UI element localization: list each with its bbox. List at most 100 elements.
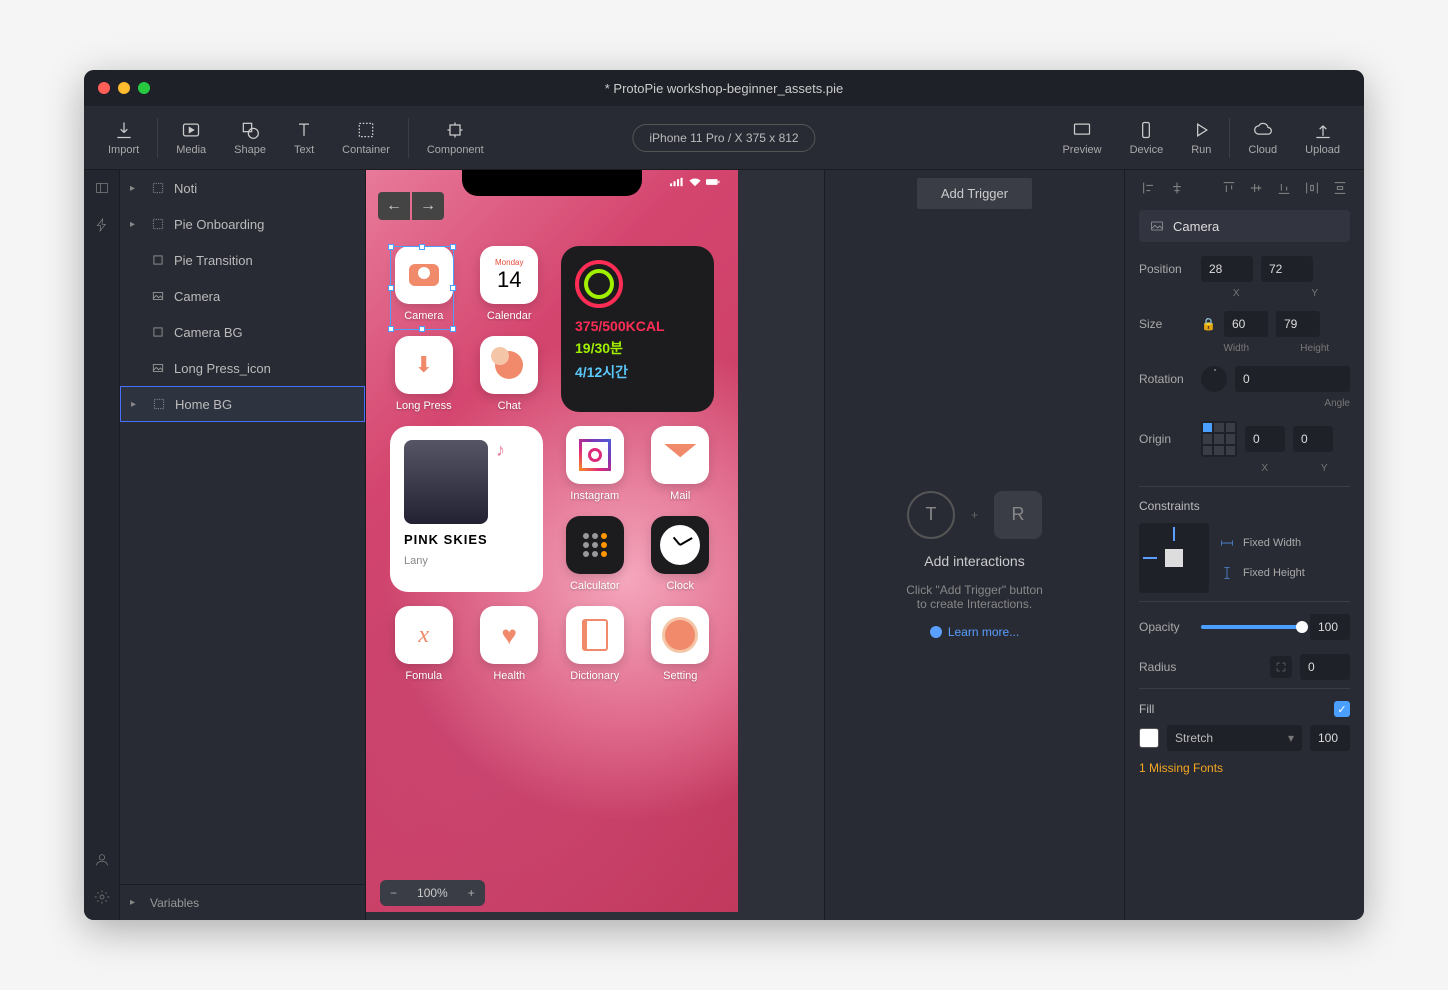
app-label: Mail bbox=[670, 490, 690, 502]
align-middle-icon[interactable] bbox=[1246, 178, 1266, 198]
device-selector[interactable]: iPhone 11 Pro / X 375 x 812 bbox=[632, 124, 815, 152]
origin-label: Origin bbox=[1139, 432, 1193, 446]
add-trigger-button[interactable]: Add Trigger bbox=[917, 178, 1032, 209]
rotation-dial[interactable] bbox=[1201, 366, 1227, 392]
layer-longpress-icon[interactable]: Long Press_icon bbox=[120, 350, 365, 386]
width-input[interactable] bbox=[1224, 311, 1268, 337]
component-button[interactable]: Component bbox=[413, 120, 498, 156]
origin-y-input[interactable] bbox=[1293, 426, 1333, 452]
layer-noti[interactable]: ▸Noti bbox=[120, 170, 365, 206]
radius-input[interactable] bbox=[1300, 654, 1350, 680]
app-window: * ProtoPie workshop-beginner_assets.pie … bbox=[84, 70, 1364, 920]
fixed-width-toggle[interactable]: Fixed Width bbox=[1219, 535, 1305, 551]
app-health[interactable]: ♥Health bbox=[476, 606, 544, 682]
align-bottom-icon[interactable] bbox=[1274, 178, 1294, 198]
response-square-icon: R bbox=[994, 491, 1042, 539]
fixed-height-toggle[interactable]: Fixed Height bbox=[1219, 565, 1305, 581]
app-formula[interactable]: xFomula bbox=[390, 606, 458, 682]
align-left-icon[interactable] bbox=[1139, 178, 1159, 198]
maximize-icon[interactable] bbox=[138, 82, 150, 94]
titlebar[interactable]: * ProtoPie workshop-beginner_assets.pie bbox=[84, 70, 1364, 106]
main-area: ▸Noti ▸Pie Onboarding Pie Transition Cam… bbox=[84, 170, 1364, 920]
layer-onboarding[interactable]: ▸Pie Onboarding bbox=[120, 206, 365, 242]
radius-label: Radius bbox=[1139, 660, 1193, 674]
app-clock[interactable]: Clock bbox=[647, 516, 715, 592]
rotation-label: Rotation bbox=[1139, 372, 1193, 386]
panel-toggle-icon[interactable] bbox=[94, 180, 110, 201]
origin-grid[interactable] bbox=[1201, 421, 1237, 457]
app-label: Long Press bbox=[396, 400, 452, 412]
angle-sublabel: Angle bbox=[1201, 398, 1350, 409]
phone-preview[interactable]: ← → Camera Monday14Calendar 375/500KCAL … bbox=[366, 170, 738, 912]
music-note-icon: ♪ bbox=[496, 440, 505, 461]
missing-fonts-warning[interactable]: 1 Missing Fonts bbox=[1139, 761, 1350, 775]
position-label: Position bbox=[1139, 262, 1193, 276]
zoom-out-button[interactable]: − bbox=[380, 880, 407, 906]
user-icon[interactable] bbox=[94, 852, 110, 873]
cloud-button[interactable]: Cloud bbox=[1234, 118, 1291, 158]
lock-icon[interactable]: 🔒 bbox=[1201, 317, 1216, 331]
import-button[interactable]: Import bbox=[94, 120, 153, 156]
align-top-icon[interactable] bbox=[1219, 178, 1239, 198]
upload-button[interactable]: Upload bbox=[1291, 118, 1354, 158]
text-button[interactable]: Text bbox=[280, 120, 328, 156]
preview-button[interactable]: Preview bbox=[1048, 118, 1115, 158]
app-calendar[interactable]: Monday14Calendar bbox=[476, 246, 544, 322]
zoom-in-button[interactable]: + bbox=[458, 880, 485, 906]
selected-layer-name: Camera bbox=[1173, 219, 1219, 234]
height-input[interactable] bbox=[1276, 311, 1320, 337]
nav-arrows: ← → bbox=[378, 192, 444, 220]
interactions-title: Add interactions bbox=[924, 553, 1024, 569]
rotation-input[interactable] bbox=[1235, 366, 1350, 392]
app-label: Clock bbox=[666, 580, 694, 592]
distribute-h-icon[interactable] bbox=[1302, 178, 1322, 198]
size-label: Size bbox=[1139, 317, 1193, 331]
distribute-v-icon[interactable] bbox=[1330, 178, 1350, 198]
app-chat[interactable]: Chat bbox=[476, 336, 544, 412]
minimize-icon[interactable] bbox=[118, 82, 130, 94]
constraints-box[interactable] bbox=[1139, 523, 1209, 593]
import-label: Import bbox=[108, 144, 139, 156]
widget-mins: 19/30분 bbox=[575, 338, 700, 358]
device-button[interactable]: Device bbox=[1116, 118, 1178, 158]
battery-icon bbox=[706, 176, 720, 188]
layer-camera[interactable]: Camera bbox=[120, 278, 365, 314]
media-button[interactable]: Media bbox=[162, 120, 220, 156]
app-longpress[interactable]: ⬇Long Press bbox=[390, 336, 458, 412]
radius-mode-icon[interactable] bbox=[1270, 656, 1292, 678]
gear-icon[interactable] bbox=[94, 889, 110, 910]
opacity-slider[interactable] bbox=[1201, 625, 1302, 629]
fill-swatch[interactable] bbox=[1139, 728, 1159, 748]
variables-row[interactable]: ▸Variables bbox=[120, 884, 365, 920]
layer-home-bg[interactable]: ▸Home BG bbox=[120, 386, 365, 422]
position-y-input[interactable] bbox=[1261, 256, 1313, 282]
fill-checkbox[interactable]: ✓ bbox=[1334, 701, 1350, 717]
canvas[interactable]: ← → Camera Monday14Calendar 375/500KCAL … bbox=[366, 170, 824, 920]
opacity-input[interactable] bbox=[1310, 614, 1350, 640]
origin-x-input[interactable] bbox=[1245, 426, 1285, 452]
fill-mode-select[interactable]: Stretch▾ bbox=[1167, 725, 1302, 751]
bolt-icon[interactable] bbox=[94, 217, 110, 238]
layer-camera-bg[interactable]: Camera BG bbox=[120, 314, 365, 350]
back-button[interactable]: ← bbox=[378, 192, 410, 220]
position-x-input[interactable] bbox=[1201, 256, 1253, 282]
layer-transition[interactable]: Pie Transition bbox=[120, 242, 365, 278]
forward-button[interactable]: → bbox=[412, 192, 444, 220]
app-mail[interactable]: Mail bbox=[647, 426, 715, 502]
app-setting[interactable]: Setting bbox=[647, 606, 715, 682]
widget-kcal: 375/500KCAL bbox=[575, 318, 700, 334]
app-dictionary[interactable]: Dictionary bbox=[561, 606, 629, 682]
align-center-h-icon[interactable] bbox=[1167, 178, 1187, 198]
shape-button[interactable]: Shape bbox=[220, 120, 280, 156]
x-sublabel: X bbox=[1201, 288, 1272, 299]
learn-more-link[interactable]: Learn more... bbox=[930, 625, 1019, 639]
container-button[interactable]: Container bbox=[328, 120, 404, 156]
app-instagram[interactable]: Instagram bbox=[561, 426, 629, 502]
app-calculator[interactable]: Calculator bbox=[561, 516, 629, 592]
fill-opacity-input[interactable] bbox=[1310, 725, 1350, 751]
close-icon[interactable] bbox=[98, 82, 110, 94]
music-widget[interactable]: ♪ PINK SKIES Lany bbox=[390, 426, 543, 592]
activity-widget[interactable]: 375/500KCAL 19/30분 4/12시간 bbox=[561, 246, 714, 412]
run-button[interactable]: Run bbox=[1177, 118, 1225, 158]
variables-label: Variables bbox=[150, 896, 199, 910]
